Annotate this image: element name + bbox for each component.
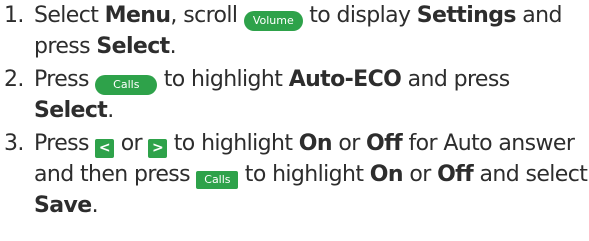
auto-eco-label: Auto-ECO <box>288 67 402 92</box>
calls-key-icon: Calls <box>95 75 158 95</box>
volume-key-icon: Volume <box>243 11 303 31</box>
left-arrow-key-icon: < <box>95 139 115 158</box>
step-text: and press <box>401 67 511 92</box>
step-text: to display <box>302 3 417 28</box>
step-text: Press <box>34 67 96 92</box>
step-2: 2. Press Calls to highlight Auto-ECO and … <box>4 64 589 126</box>
step-1: 1. Select Menu, scroll Volume to display … <box>4 0 589 62</box>
step-text: to highlight <box>157 67 289 92</box>
step-text: to highlight <box>238 162 370 187</box>
select-key-label: Select <box>96 34 170 59</box>
step-text: or <box>331 131 367 156</box>
step-text: and select <box>473 162 588 187</box>
step-text: Select <box>34 3 105 28</box>
step-text: to highlight <box>167 131 299 156</box>
step-text: . <box>107 98 114 123</box>
step-text: . <box>91 193 99 218</box>
step-text: or <box>114 131 149 156</box>
on-option-label: On <box>369 162 404 187</box>
instruction-steps: 1. Select Menu, scroll Volume to display … <box>4 0 589 221</box>
calls-key-icon: Calls <box>196 171 239 189</box>
step-text: or <box>402 162 438 187</box>
step-text: , scroll <box>170 3 244 28</box>
step-text: . <box>169 34 177 59</box>
settings-label: Settings <box>416 3 517 28</box>
right-arrow-key-icon: > <box>148 139 168 158</box>
step-number: 3. <box>4 131 24 156</box>
on-option-label: On <box>298 131 333 156</box>
off-option-label: Off <box>437 162 474 187</box>
step-number: 1. <box>4 3 24 28</box>
select-key-label: Select <box>34 98 108 123</box>
step-3: 3. Press < or > to highlight On or Off fo… <box>4 128 589 221</box>
step-number: 2. <box>4 67 24 92</box>
step-text: Press <box>34 131 96 156</box>
off-option-label: Off <box>366 131 403 156</box>
save-key-label: Save <box>34 193 92 218</box>
menu-key-label: Menu <box>104 3 171 28</box>
